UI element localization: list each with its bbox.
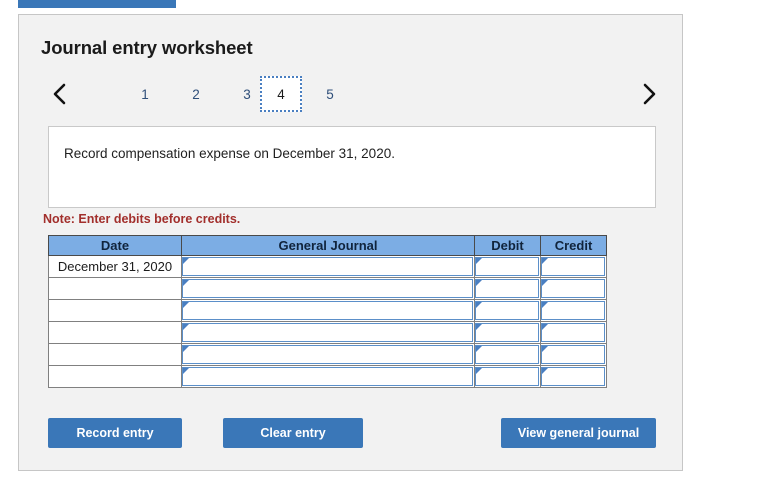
debit-input[interactable] [475,345,539,364]
general-journal-input[interactable] [182,279,473,298]
general-journal-cell[interactable] [181,365,475,388]
worksheet-pager: 1 2 3 4 5 [39,73,664,115]
date-cell [48,321,182,344]
column-header-credit: Credit [540,235,607,256]
date-cell [48,299,182,322]
table-row: December 31, 2020 [48,255,607,278]
page-title: Journal entry worksheet [41,37,253,58]
general-journal-cell[interactable] [181,321,475,344]
credit-cell[interactable] [540,343,607,366]
column-header-date: Date [48,235,182,256]
credit-input[interactable] [541,345,605,364]
table-header-row: Date General Journal Debit Credit [48,235,607,256]
credit-cell[interactable] [540,277,607,300]
debit-cell[interactable] [474,299,541,322]
journal-entry-table: Date General Journal Debit Credit Decemb… [48,235,607,388]
transaction-description-box: Record compensation expense on December … [48,126,656,208]
journal-entry-worksheet-panel: Journal entry worksheet 1 2 3 4 5 Record… [18,14,683,471]
general-journal-input[interactable] [182,323,473,342]
credit-cell[interactable] [540,255,607,278]
general-journal-cell[interactable] [181,255,475,278]
general-journal-input[interactable] [182,367,473,386]
credit-input[interactable] [541,257,605,276]
table-row [48,365,607,388]
pager-tab-4[interactable]: 4 [260,76,302,112]
general-journal-cell[interactable] [181,299,475,322]
date-cell [48,365,182,388]
column-header-debit: Debit [474,235,541,256]
debit-input[interactable] [475,279,539,298]
general-journal-input[interactable] [182,301,473,320]
debit-input[interactable] [475,301,539,320]
column-header-general-journal: General Journal [181,235,475,256]
date-cell [48,343,182,366]
credit-input[interactable] [541,279,605,298]
date-cell: December 31, 2020 [48,255,182,278]
general-journal-cell[interactable] [181,343,475,366]
debit-cell[interactable] [474,321,541,344]
record-entry-button[interactable]: Record entry [48,418,182,448]
credit-cell[interactable] [540,321,607,344]
date-cell [48,277,182,300]
pager-tab-1[interactable]: 1 [126,76,164,112]
debit-cell[interactable] [474,277,541,300]
debit-input[interactable] [475,323,539,342]
credit-cell[interactable] [540,365,607,388]
top-tab-strip[interactable] [18,0,176,8]
table-row [48,321,607,344]
credit-input[interactable] [541,367,605,386]
general-journal-cell[interactable] [181,277,475,300]
general-journal-input[interactable] [182,257,473,276]
table-row [48,299,607,322]
debit-input[interactable] [475,367,539,386]
transaction-description-text: Record compensation expense on December … [64,146,395,161]
pager-tab-2[interactable]: 2 [177,76,215,112]
debit-cell[interactable] [474,343,541,366]
chevron-left-icon[interactable] [45,73,75,115]
table-row [48,277,607,300]
pager-tab-5[interactable]: 5 [311,76,349,112]
debits-before-credits-note: Note: Enter debits before credits. [43,212,241,226]
credit-input[interactable] [541,323,605,342]
debit-cell[interactable] [474,255,541,278]
view-general-journal-button[interactable]: View general journal [501,418,656,448]
table-row [48,343,607,366]
general-journal-input[interactable] [182,345,473,364]
clear-entry-button[interactable]: Clear entry [223,418,363,448]
credit-input[interactable] [541,301,605,320]
credit-cell[interactable] [540,299,607,322]
debit-input[interactable] [475,257,539,276]
chevron-right-icon[interactable] [634,73,664,115]
debit-cell[interactable] [474,365,541,388]
